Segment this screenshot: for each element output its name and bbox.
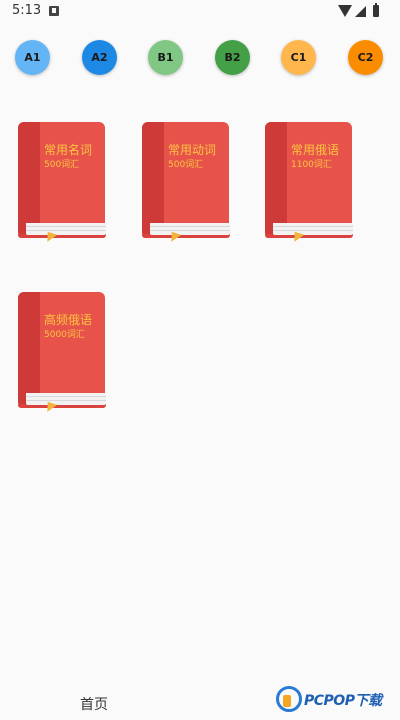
book-title: 常用动词 — [168, 143, 217, 157]
watermark-text: PCPOP下载 — [304, 693, 382, 709]
book-card[interactable]: 常用名词 500词汇 — [18, 122, 108, 246]
wifi-icon — [338, 5, 352, 17]
status-time: 5:13 — [12, 3, 42, 18]
book-word-count: 500词汇 — [168, 160, 204, 170]
book-card[interactable]: 高频俄语 5000词汇 — [18, 292, 108, 416]
tab-home[interactable]: 首页 — [80, 694, 108, 714]
level-chip-c2[interactable]: C2 — [348, 40, 383, 75]
level-chip-b1[interactable]: B1 — [148, 40, 183, 75]
book-spine — [142, 122, 164, 236]
book-pages — [26, 393, 106, 405]
book-card[interactable]: 常用动词 500词汇 — [142, 122, 232, 246]
battery-icon — [373, 3, 379, 17]
notification-icon — [49, 6, 59, 16]
book-pages — [26, 223, 106, 235]
level-chip-a1[interactable]: A1 — [15, 40, 50, 75]
book-card[interactable]: 常用俄语 1100词汇 — [265, 122, 355, 246]
status-icons — [338, 3, 390, 19]
status-bar: 5:13 — [0, 0, 400, 24]
book-pages — [150, 223, 230, 235]
book-spine — [265, 122, 287, 236]
book-title: 高频俄语 — [44, 313, 93, 327]
watermark: PCPOP下载 — [274, 684, 400, 720]
watermark-logo-icon — [276, 686, 302, 712]
level-chip-c1[interactable]: C1 — [281, 40, 316, 75]
book-word-count: 1100词汇 — [291, 160, 332, 170]
book-word-count: 5000词汇 — [44, 330, 85, 340]
signal-icon — [355, 6, 366, 17]
book-pages — [273, 223, 353, 235]
level-chip-b2[interactable]: B2 — [215, 40, 250, 75]
book-title: 常用俄语 — [291, 143, 340, 157]
book-word-count: 500词汇 — [44, 160, 80, 170]
level-chip-a2[interactable]: A2 — [82, 40, 117, 75]
level-selector: A1 A2 B1 B2 C1 C2 — [0, 40, 400, 76]
book-spine — [18, 292, 40, 406]
book-title: 常用名词 — [44, 143, 93, 157]
book-spine — [18, 122, 40, 236]
